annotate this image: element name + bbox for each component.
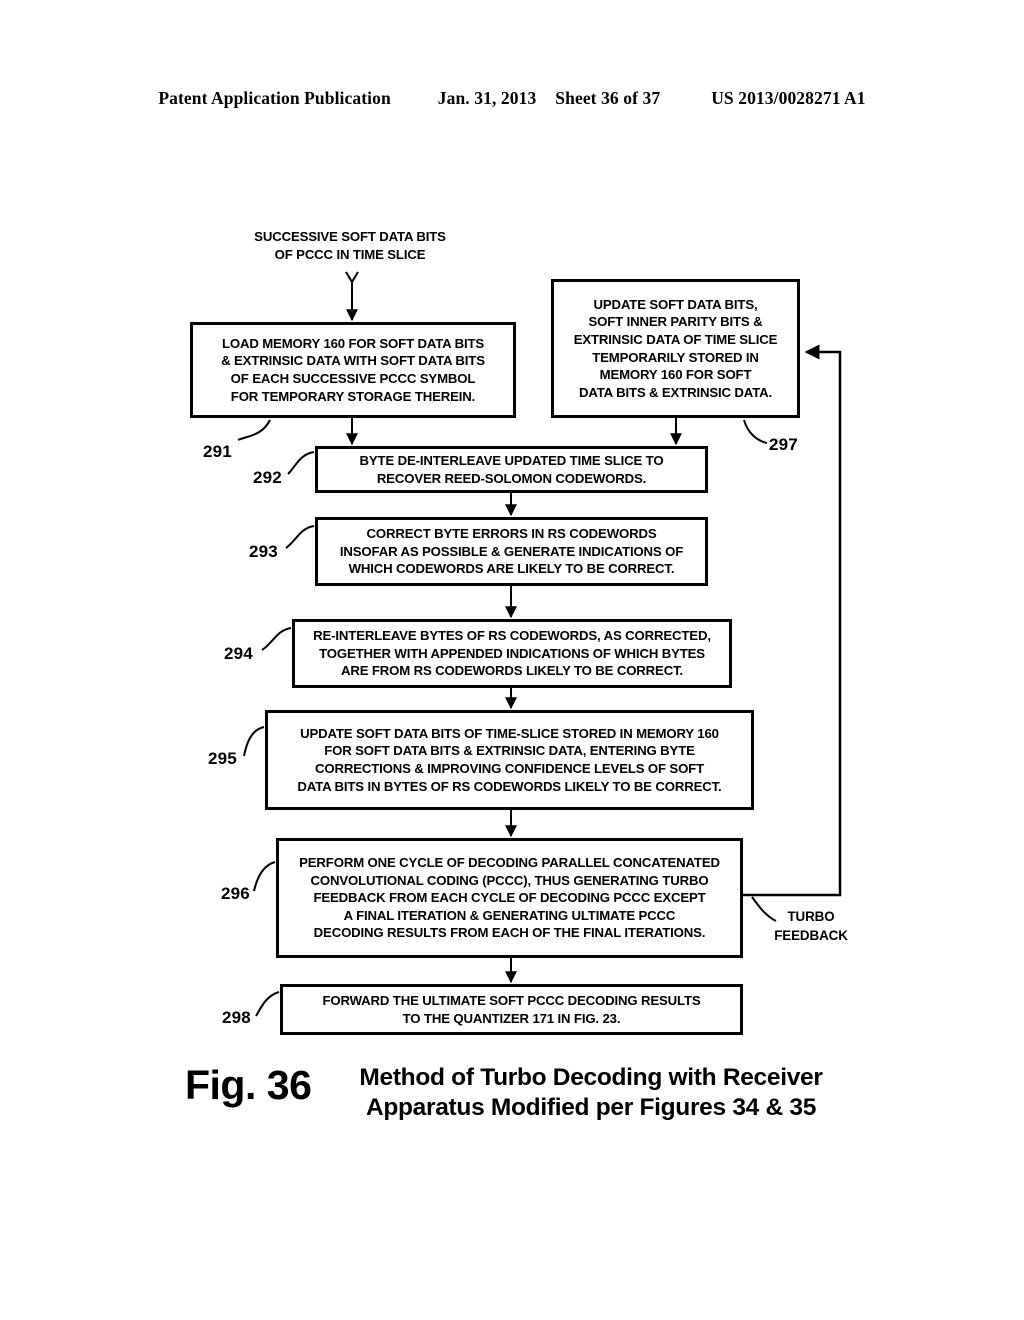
process-box-296: PERFORM ONE CYCLE OF DECODING PARALLEL C… [276, 838, 743, 958]
process-box-297-text: UPDATE SOFT DATA BITS, SOFT INNER PARITY… [573, 296, 778, 400]
process-box-294-text: RE-INTERLEAVE BYTES OF RS CODEWORDS, AS … [313, 628, 711, 679]
process-box-295-text: UPDATE SOFT DATA BITS OF TIME-SLICE STOR… [297, 725, 722, 794]
process-box-293-text: CORRECT BYTE ERRORS IN RS CODEWORDS INSO… [339, 526, 684, 577]
process-box-295: UPDATE SOFT DATA BITS OF TIME-SLICE STOR… [265, 710, 754, 810]
leader-297 [743, 419, 768, 444]
process-box-291-text: LOAD MEMORY 160 FOR SOFT DATA BITS & EXT… [221, 335, 485, 404]
reference-numeral-297: 297 [769, 435, 798, 454]
process-box-298-text: FORWARD THE ULTIMATE SOFT PCCC DECODING … [322, 992, 701, 1026]
leader-295 [243, 726, 265, 757]
reference-numeral-292: 292 [253, 468, 282, 487]
reference-numeral-295: 295 [208, 749, 237, 768]
turbo-feedback-label: TURBO FEEDBACK [774, 909, 848, 943]
process-box-293: CORRECT BYTE ERRORS IN RS CODEWORDS INSO… [315, 517, 708, 586]
reference-numeral-296: 296 [221, 884, 250, 903]
turbo-feedback-path [743, 344, 842, 897]
reference-numeral-298: 298 [222, 1008, 251, 1027]
reference-numeral-293: 293 [249, 542, 278, 561]
reference-numeral-291: 291 [203, 442, 232, 461]
leader-294 [261, 627, 292, 651]
leader-298 [255, 991, 280, 1017]
figure-title: Method of Turbo Decoding with Receiver A… [359, 1064, 823, 1121]
process-box-294: RE-INTERLEAVE BYTES OF RS CODEWORDS, AS … [292, 619, 732, 688]
process-box-296-text: PERFORM ONE CYCLE OF DECODING PARALLEL C… [299, 855, 720, 941]
process-box-291: LOAD MEMORY 160 FOR SOFT DATA BITS & EXT… [190, 322, 516, 418]
process-box-292-text: BYTE DE-INTERLEAVE UPDATED TIME SLICE TO… [359, 452, 664, 486]
process-box-297: UPDATE SOFT DATA BITS, SOFT INNER PARITY… [551, 279, 800, 418]
process-box-298: FORWARD THE ULTIMATE SOFT PCCC DECODING … [280, 984, 743, 1035]
leader-291 [237, 419, 271, 441]
leader-293 [285, 525, 315, 549]
reference-numeral-294: 294 [224, 644, 253, 663]
process-box-292: BYTE DE-INTERLEAVE UPDATED TIME SLICE TO… [315, 446, 708, 493]
figure-number: Fig. 36 [185, 1062, 312, 1108]
leader-292 [287, 451, 315, 475]
leader-296 [253, 861, 276, 892]
input-label: SUCCESSIVE SOFT DATA BITS OF PCCC IN TIM… [254, 229, 446, 262]
